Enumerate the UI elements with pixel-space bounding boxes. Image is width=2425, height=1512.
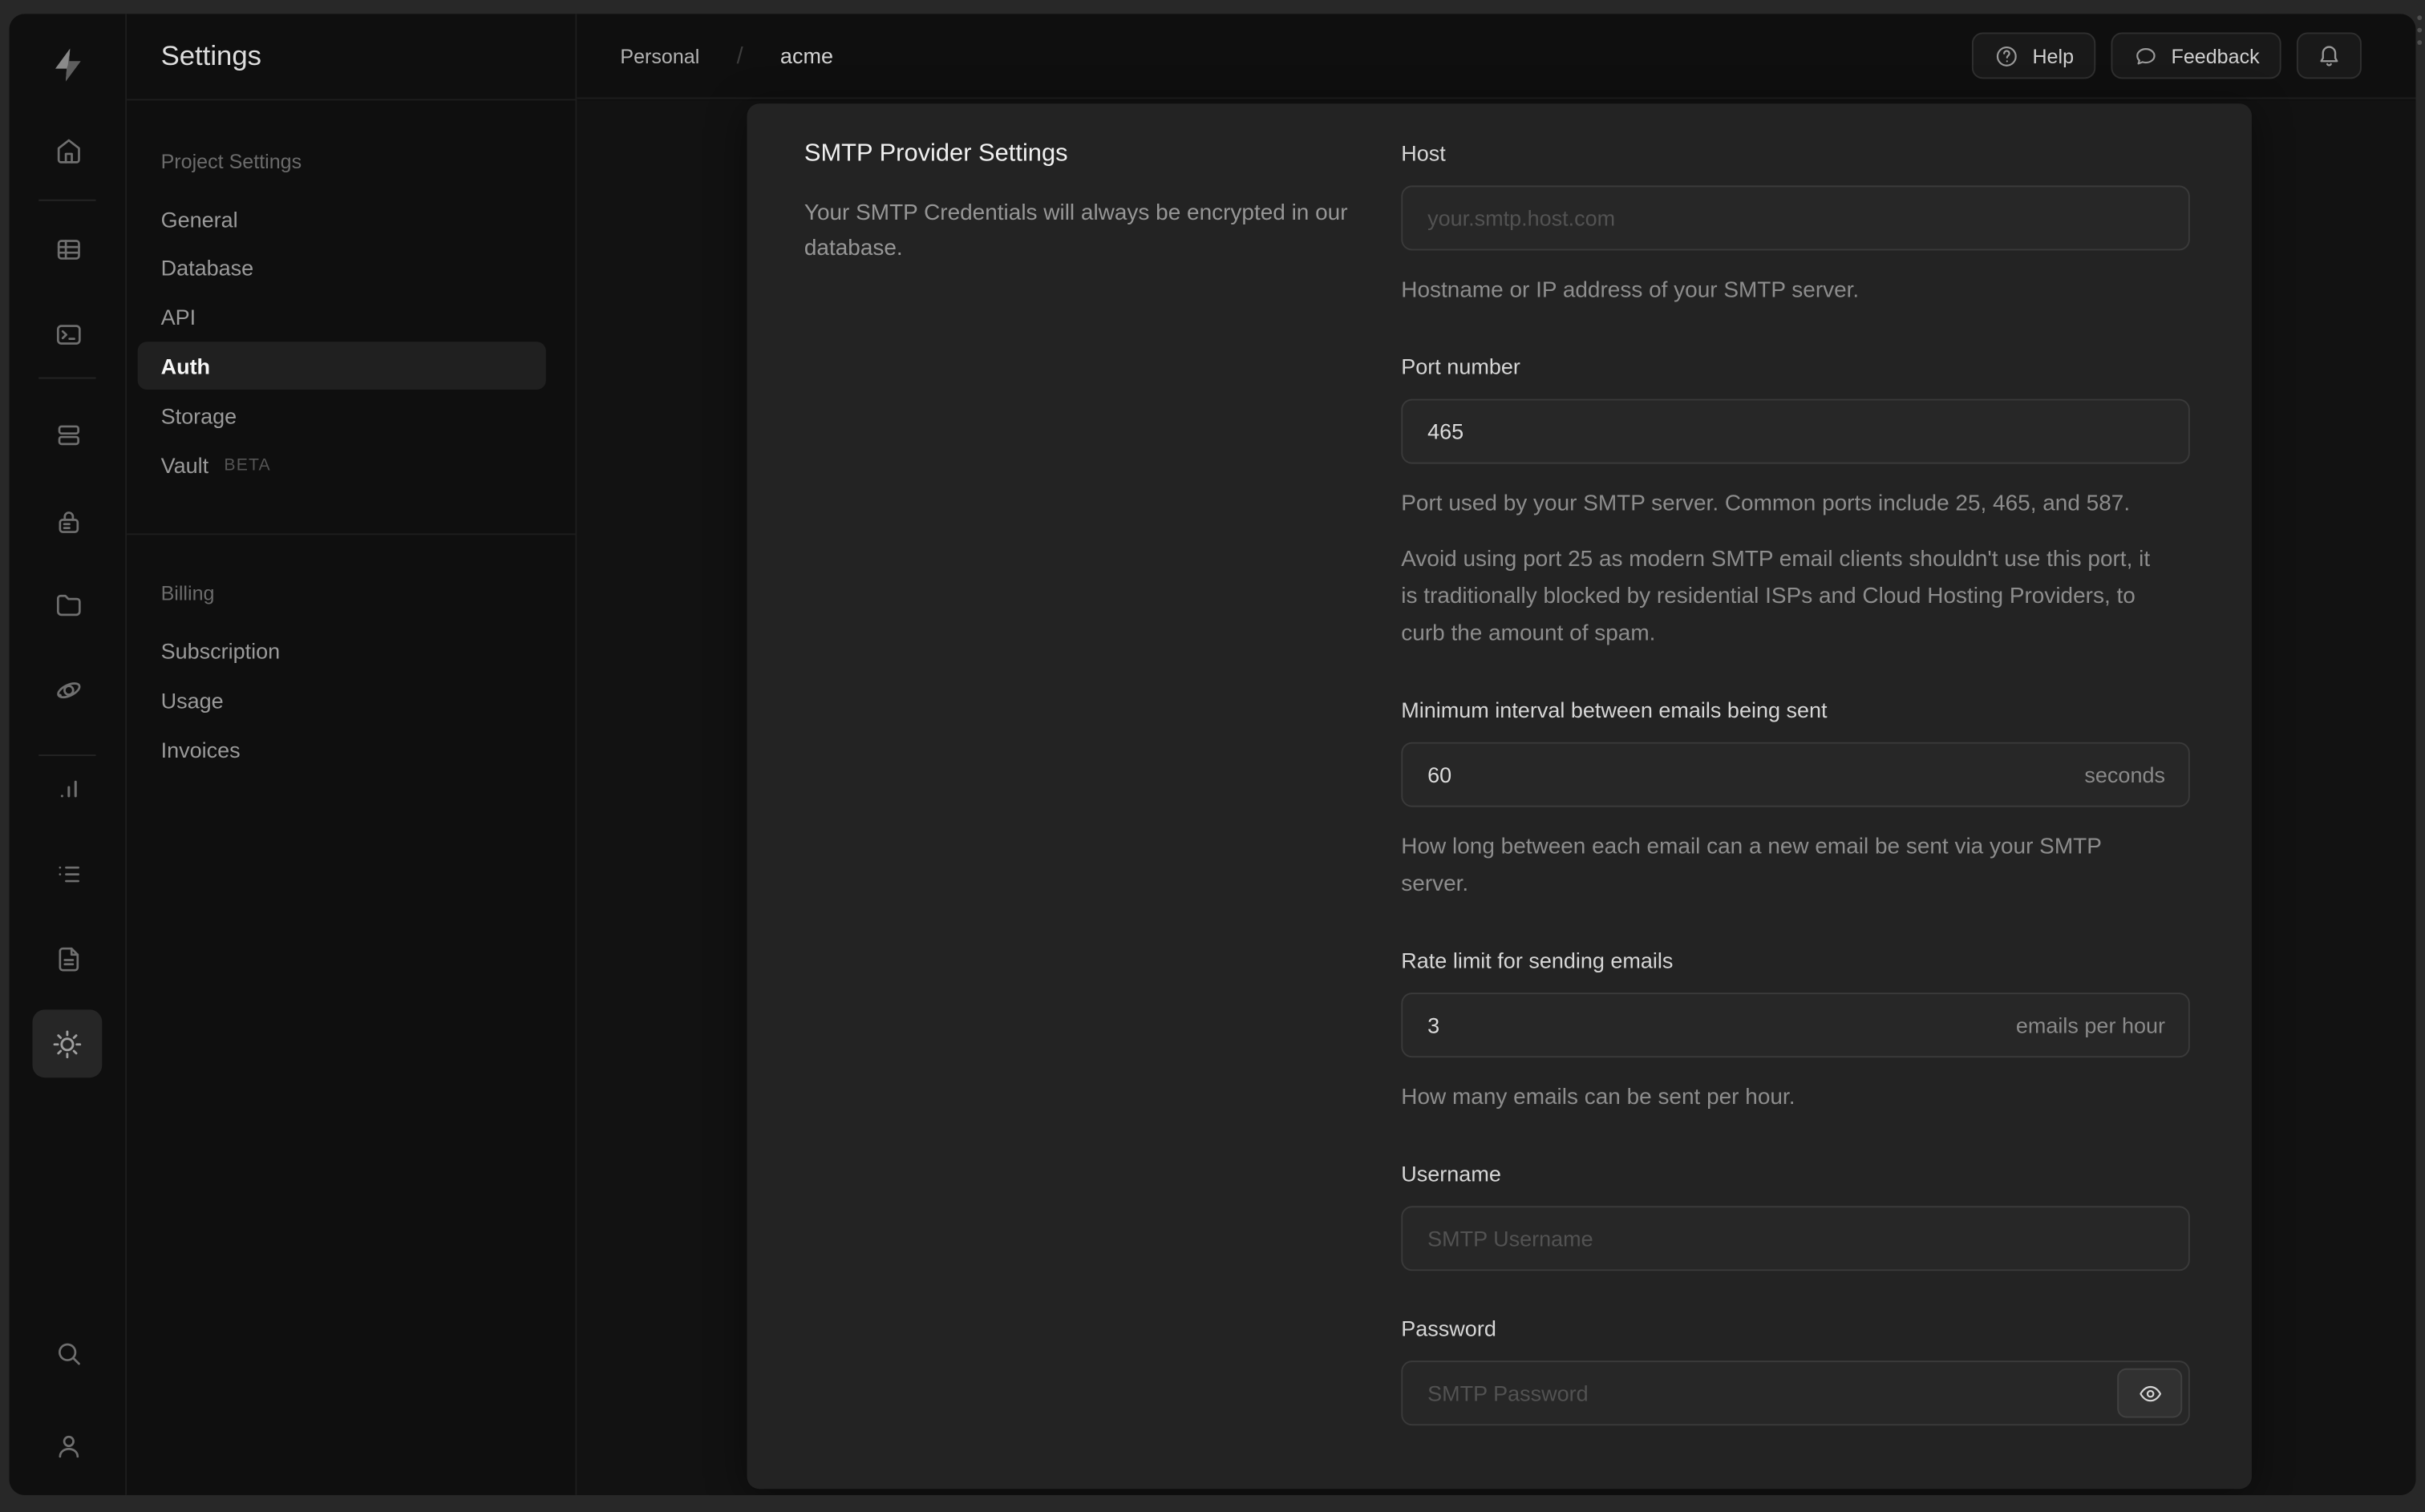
sidebar-item-database[interactable]: Database (138, 243, 546, 291)
rail-divider (38, 377, 96, 379)
list-icon (52, 857, 84, 890)
database-icon (52, 418, 84, 451)
smtp-form: Host Hostname or IP address of your SMTP… (1401, 140, 2190, 1470)
host-label: Host (1401, 140, 1446, 166)
lock-icon (52, 505, 84, 538)
topbar-actions: Help Feedback (1972, 32, 2362, 79)
rail-item-storage[interactable] (38, 575, 97, 633)
sidebar-divider (127, 533, 576, 536)
folder-icon (52, 588, 84, 621)
username-label: Username (1401, 1161, 1501, 1187)
breadcrumb-project[interactable]: acme (780, 43, 833, 68)
rate-limit-label: Rate limit for sending emails (1401, 948, 1674, 973)
host-input[interactable] (1401, 185, 2190, 251)
sidebar-item-invoices[interactable]: Invoices (138, 725, 546, 773)
sidebar-item-general[interactable]: General (138, 195, 546, 243)
interval-label: Minimum interval between emails being se… (1401, 697, 1828, 722)
top-bar: Personal / acme Help Feedback (577, 14, 2416, 99)
port-note: Avoid using port 25 as modern SMTP email… (1401, 547, 2151, 647)
card-description: Your SMTP Credentials will always be enc… (804, 200, 1348, 261)
help-button[interactable]: Help (1972, 32, 2096, 79)
rail-item-sql-editor[interactable] (38, 305, 97, 363)
beta-badge: BETA (224, 455, 271, 475)
rail-item-search[interactable] (38, 1324, 97, 1382)
home-icon (52, 134, 84, 166)
bar-chart-icon (52, 772, 84, 805)
rate-limit-input[interactable] (1401, 993, 2190, 1058)
port-label: Port number (1401, 354, 1520, 379)
breadcrumb-org[interactable]: Personal (620, 44, 699, 67)
section-label-project-settings: Project Settings (160, 149, 302, 173)
bell-icon (2315, 42, 2343, 70)
screen: Settings Project Settings General Databa… (0, 0, 2425, 1512)
host-field-group: Host Hostname or IP address of your SMTP… (1401, 140, 2190, 309)
rail-item-table-editor[interactable] (38, 220, 97, 278)
file-text-icon (52, 942, 84, 975)
username-input[interactable] (1401, 1206, 2190, 1271)
rail-divider (38, 199, 96, 201)
rail-item-auth[interactable] (38, 491, 97, 550)
sidebar-title: Settings (160, 40, 262, 71)
rail-item-profile[interactable] (38, 1417, 97, 1475)
sidebar-header: Settings (127, 14, 576, 101)
sidebar-item-api[interactable]: API (138, 292, 546, 340)
card-title: SMTP Provider Settings (804, 140, 1068, 168)
section-label-billing: Billing (160, 580, 215, 604)
rate-limit-field-group: Rate limit for sending emails emails per… (1401, 948, 2190, 1116)
rate-limit-helper: How many emails can be sent per hour. (1401, 1085, 1795, 1110)
rail-item-reports[interactable] (38, 759, 97, 818)
card-intro: SMTP Provider Settings Your SMTP Credent… (804, 140, 1384, 267)
sql-editor-icon (52, 317, 84, 350)
speech-bubble-icon (2132, 42, 2159, 69)
rail-item-database[interactable] (38, 405, 97, 463)
table-editor-icon (52, 232, 84, 265)
sidebar-item-usage[interactable]: Usage (138, 676, 546, 724)
scrollbar-thumb[interactable] (2415, 15, 2423, 45)
search-icon (52, 1336, 84, 1369)
rail-item-settings[interactable] (32, 1009, 103, 1078)
user-icon (52, 1429, 84, 1462)
app-window: Settings Project Settings General Databa… (9, 14, 2416, 1495)
edge-functions-icon (52, 673, 84, 706)
host-helper: Hostname or IP address of your SMTP serv… (1401, 278, 1860, 303)
port-input[interactable] (1401, 398, 2190, 464)
port-field-group: Port number Port used by your SMTP serve… (1401, 354, 2190, 653)
username-field-group: Username (1401, 1161, 2190, 1271)
icon-rail (9, 14, 128, 1495)
toggle-password-visibility-button[interactable] (2117, 1368, 2183, 1418)
supabase-logo-icon[interactable] (47, 45, 87, 85)
password-input[interactable] (1401, 1360, 2190, 1426)
notifications-button[interactable] (2296, 32, 2362, 79)
rail-item-home[interactable] (38, 120, 97, 179)
interval-helper: How long between each email can a new em… (1401, 835, 2102, 897)
rail-divider (38, 754, 96, 757)
sidebar-item-vault[interactable]: Vault BETA (138, 441, 546, 489)
smtp-settings-card: SMTP Provider Settings Your SMTP Credent… (747, 103, 2252, 1490)
eye-icon (2136, 1380, 2163, 1406)
settings-sidebar: Settings Project Settings General Databa… (127, 14, 577, 1495)
main-content: SMTP Provider Settings Your SMTP Credent… (577, 100, 2416, 1495)
help-circle-icon (1994, 42, 2020, 69)
password-field-group: Password (1401, 1316, 2190, 1426)
interval-input[interactable] (1401, 742, 2190, 807)
password-label: Password (1401, 1316, 1496, 1341)
port-helper: Port used by your SMTP server. Common po… (1401, 491, 2131, 517)
sidebar-item-subscription[interactable]: Subscription (138, 626, 546, 674)
breadcrumb-separator: / (736, 42, 743, 69)
interval-field-group: Minimum interval between emails being se… (1401, 697, 2190, 903)
feedback-button[interactable]: Feedback (2111, 32, 2281, 79)
rail-item-logs[interactable] (38, 844, 97, 903)
sidebar-item-auth[interactable]: Auth (137, 342, 546, 390)
rail-item-docs[interactable] (38, 929, 97, 988)
sidebar-item-storage[interactable]: Storage (138, 391, 546, 439)
gear-icon (51, 1028, 83, 1061)
rail-item-edge-functions[interactable] (38, 660, 97, 718)
